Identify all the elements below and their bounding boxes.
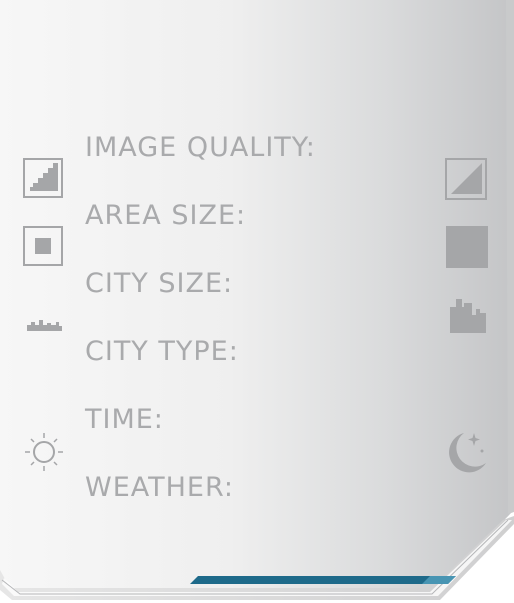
image-quality-row[interactable]: IMAGE QUALITY: xyxy=(0,131,514,201)
small-city-icon[interactable] xyxy=(22,317,66,335)
weather-label: WEATHER: xyxy=(85,472,235,503)
city-type-label: CITY TYPE: xyxy=(85,336,239,367)
settings-panel: IMAGE QUALITY: AREA SIZE: CITY SIZE: CIT… xyxy=(0,0,514,603)
city-size-label: CITY SIZE: xyxy=(85,268,234,299)
city-size-row[interactable]: CITY SIZE: xyxy=(0,267,514,335)
image-quality-label: IMAGE QUALITY: xyxy=(85,132,316,163)
large-city-icon[interactable] xyxy=(444,295,490,335)
weather-row[interactable]: WEATHER: xyxy=(0,471,514,539)
time-label: TIME: xyxy=(85,404,164,435)
staircase-quality-low-icon[interactable] xyxy=(22,157,66,201)
moon-icon[interactable] xyxy=(444,429,492,475)
area-size-label: AREA SIZE: xyxy=(85,200,247,231)
diagonal-quality-high-icon[interactable] xyxy=(444,157,490,201)
area-size-row[interactable]: AREA SIZE: xyxy=(0,199,514,269)
city-type-row[interactable]: CITY TYPE: xyxy=(0,335,514,403)
large-square-icon[interactable] xyxy=(444,225,490,269)
time-row[interactable]: TIME: xyxy=(0,403,514,473)
small-square-icon[interactable] xyxy=(22,225,66,269)
